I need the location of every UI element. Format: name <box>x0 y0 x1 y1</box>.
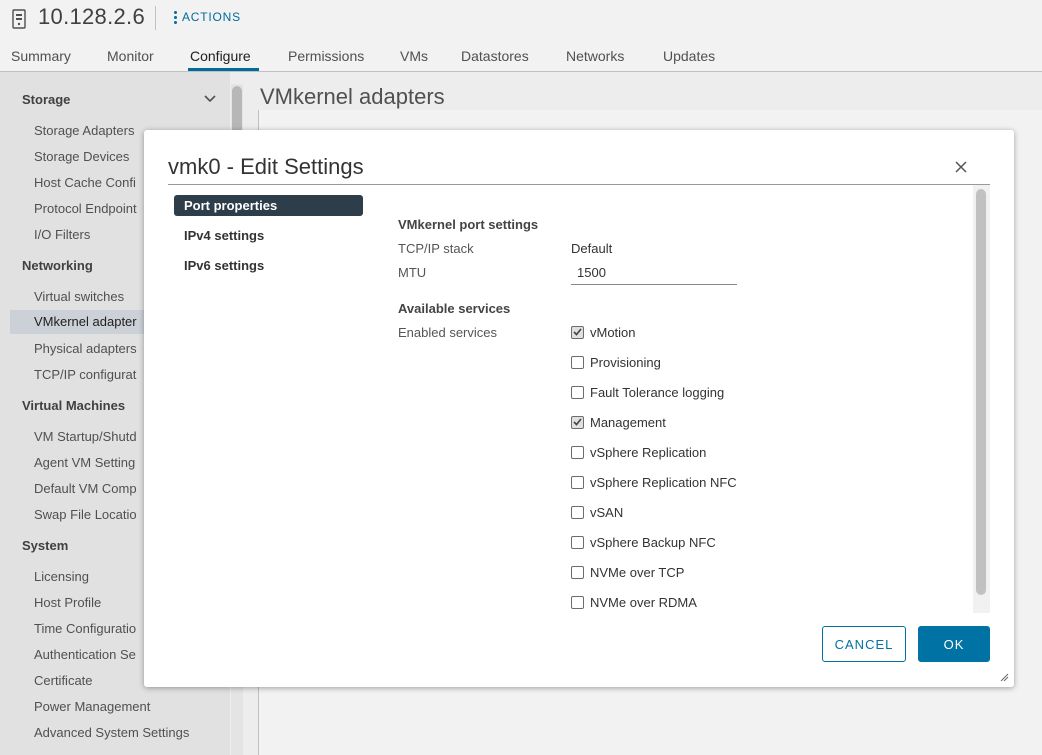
nav-ipv6-settings[interactable]: IPv6 settings <box>174 255 363 276</box>
vsphere-replication-checkbox[interactable] <box>571 445 584 459</box>
enabled-services-label: Enabled services <box>398 325 497 340</box>
service-vsan[interactable]: vSAN <box>571 504 623 520</box>
scrollbar-thumb[interactable] <box>976 189 986 595</box>
service-nvme-rdma[interactable]: NVMe over RDMA <box>571 594 697 610</box>
fault-tolerance-checkbox[interactable] <box>571 385 584 399</box>
service-nvme-tcp[interactable]: NVMe over TCP <box>571 564 684 580</box>
service-provisioning[interactable]: Provisioning <box>571 354 661 370</box>
service-vsphere-backup-nfc[interactable]: vSphere Backup NFC <box>571 534 716 550</box>
available-services-heading: Available services <box>398 301 511 316</box>
mtu-input[interactable] <box>571 261 737 285</box>
provisioning-label: Provisioning <box>590 354 661 370</box>
dialog-scrollbar[interactable] <box>973 185 990 613</box>
vsphere-replication-nfc-checkbox[interactable] <box>571 475 584 489</box>
nvme-tcp-label: NVMe over TCP <box>590 564 685 580</box>
service-management[interactable]: Management <box>571 414 666 430</box>
vsan-label: vSAN <box>590 504 624 520</box>
vsphere-replication-label: vSphere Replication <box>590 444 707 460</box>
mtu-label: MTU <box>398 265 427 280</box>
vmotion-label: vMotion <box>590 324 636 340</box>
nav-port-properties[interactable]: Port properties <box>174 195 363 216</box>
vsphere-replication-nfc-label: vSphere Replication NFC <box>590 474 737 490</box>
vmotion-checkbox[interactable] <box>571 325 584 339</box>
checkmark-icon <box>573 418 582 426</box>
vsphere-backup-nfc-checkbox[interactable] <box>571 535 584 549</box>
ok-button[interactable]: OK <box>918 626 990 662</box>
tcpip-stack-value: Default <box>571 241 613 256</box>
service-vsphere-replication-nfc[interactable]: vSphere Replication NFC <box>571 474 737 490</box>
nvme-rdma-label: NVMe over RDMA <box>590 594 697 610</box>
nav-ipv4-settings[interactable]: IPv4 settings <box>174 225 363 246</box>
resize-handle-icon[interactable] <box>1000 673 1009 682</box>
nvme-rdma-checkbox[interactable] <box>571 595 584 609</box>
edit-settings-dialog: vmk0 - Edit Settings Port properties IPv… <box>144 130 1014 687</box>
title-divider <box>168 184 990 185</box>
management-label: Management <box>590 414 666 430</box>
service-fault-tolerance[interactable]: Fault Tolerance logging <box>571 384 724 400</box>
port-settings-heading: VMkernel port settings <box>398 217 539 232</box>
checkmark-icon <box>573 328 582 336</box>
management-checkbox[interactable] <box>571 415 584 429</box>
vsphere-backup-nfc-label: vSphere Backup NFC <box>590 534 716 550</box>
nvme-tcp-checkbox[interactable] <box>571 565 584 579</box>
close-icon[interactable] <box>954 160 968 174</box>
service-vmotion[interactable]: vMotion <box>571 324 636 340</box>
tcpip-stack-label: TCP/IP stack <box>398 241 474 256</box>
dialog-title: vmk0 - Edit Settings <box>168 154 364 179</box>
cancel-button[interactable]: CANCEL <box>822 626 906 662</box>
fault-tolerance-label: Fault Tolerance logging <box>590 384 725 400</box>
vsan-checkbox[interactable] <box>571 505 584 519</box>
service-vsphere-replication[interactable]: vSphere Replication <box>571 444 706 460</box>
provisioning-checkbox[interactable] <box>571 355 584 369</box>
